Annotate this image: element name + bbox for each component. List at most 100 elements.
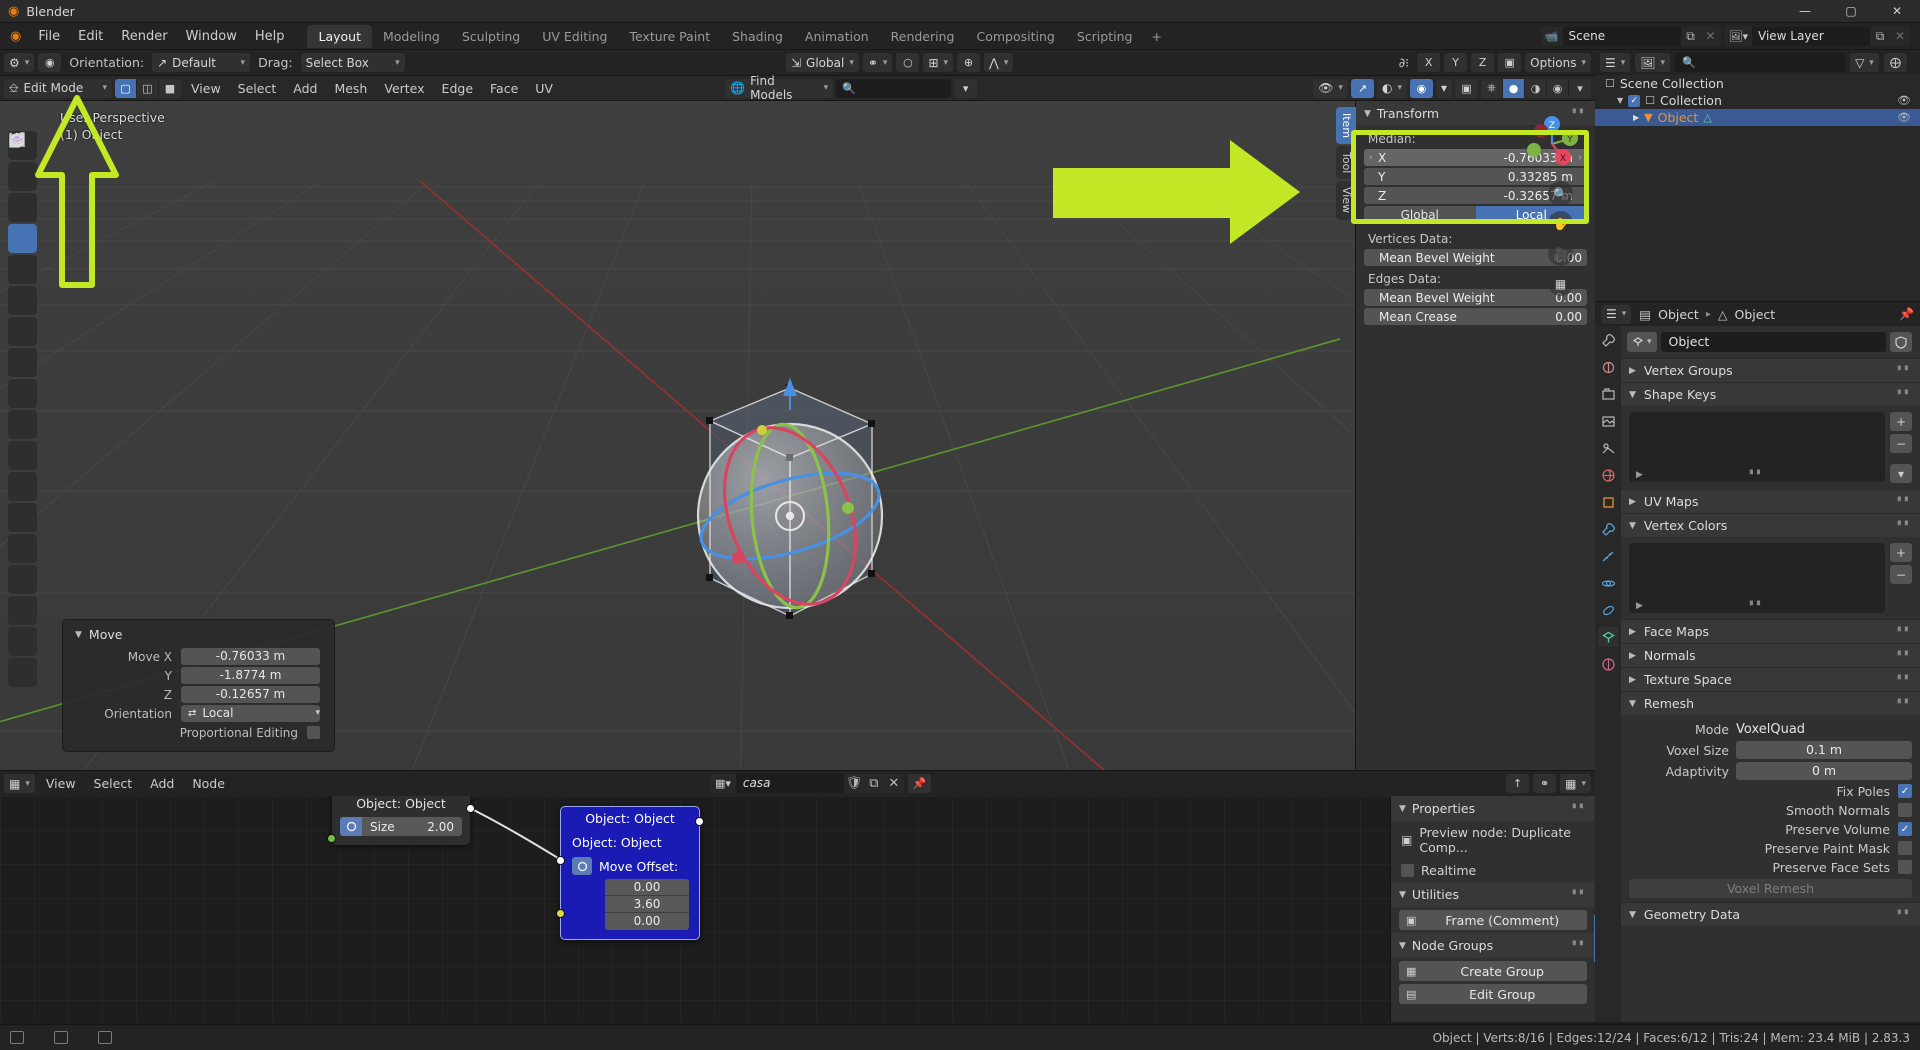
options-dropdown[interactable]: Options ▾ (1525, 53, 1591, 72)
topology-mirror-icon[interactable]: ▣ (1498, 53, 1522, 72)
viewport-menu-view[interactable]: View (184, 79, 228, 98)
ortho-persp-icon[interactable]: ▦ (1548, 271, 1573, 296)
section-face-maps[interactable]: ▶ Face Maps ▘▘ (1621, 619, 1920, 643)
tab-render[interactable] (1598, 357, 1618, 377)
operator-panel-title-row[interactable]: ▼ Move (63, 625, 334, 648)
section-normals[interactable]: ▶ Normals ▘▘ (1621, 643, 1920, 667)
node-transform-param-socket[interactable] (556, 909, 565, 918)
xray-toggle-icon[interactable]: ↗ (1350, 78, 1374, 98)
chevron-right-icon[interactable]: ▶ (1633, 113, 1639, 122)
node-transform-offset-z[interactable]: 0.00 (605, 913, 689, 930)
shape-key-specials-button[interactable]: ▾ (1890, 464, 1912, 483)
viewport-canvas[interactable]: User Perspective (1) Object Z Y X 🔍 ✋ 🎥 … (0, 101, 1595, 770)
rendered-shading-icon[interactable]: ◉ (1547, 78, 1569, 98)
menu-help[interactable]: Help (246, 26, 294, 47)
blender-menu-icon[interactable]: ◉ (10, 29, 21, 44)
operator-row-proportional[interactable]: Proportional Editing (63, 724, 334, 741)
tab-output[interactable] (1598, 384, 1618, 404)
node-tree-name[interactable]: casa (735, 774, 844, 793)
new-view-layer-icon[interactable]: ⧉ (1870, 29, 1890, 44)
node-cube-size-field[interactable]: Size 2.00 (362, 817, 462, 836)
operator-panel-move[interactable]: ▼ Move Move X -0.76033 m Y -1.8774 m Z -… (62, 619, 335, 752)
node-sidebar-tab-item[interactable]: Item (1594, 800, 1595, 838)
mirror-x-button[interactable]: X (1417, 53, 1441, 72)
solid-shading-icon[interactable]: ● (1503, 78, 1525, 98)
model-search-box[interactable]: 🔍 (836, 78, 952, 98)
disclosure-triangle-icon[interactable]: ▼ (1617, 96, 1623, 105)
orientation-dropdown[interactable]: ↗ Default ▾ (152, 53, 251, 72)
tool-rip-region[interactable] (8, 133, 37, 625)
outliner-display-mode-dropdown[interactable]: ☰ ▾ (1600, 53, 1631, 72)
move-z-value[interactable]: -0.12657 m (181, 686, 320, 703)
outliner-filter-dropdown[interactable]: ▽ ▾ (1850, 53, 1879, 72)
add-shape-key-button[interactable]: + (1890, 412, 1912, 431)
voxel-remesh-button[interactable]: Voxel Remesh (1629, 879, 1912, 898)
tool-annotate[interactable] (8, 133, 37, 284)
proportional-editing-icon[interactable]: ○ (896, 53, 920, 72)
sidebar-tab-view[interactable]: View (1336, 181, 1356, 220)
tool-bevel[interactable] (8, 133, 37, 408)
tool-push-pull[interactable] (8, 133, 37, 687)
menu-window[interactable]: Window (177, 26, 246, 47)
node-utilities-section-header[interactable]: ▼ Utilities ▘▘ (1391, 882, 1595, 907)
node-sidebar-tab-sorcar[interactable]: Sorcar (1594, 914, 1595, 962)
node-cube-output-socket[interactable] (466, 804, 475, 813)
operator-row-move-x[interactable]: Move X -0.76033 m (63, 648, 334, 665)
node-menu-add[interactable]: Add (143, 774, 181, 793)
section-vertex-colors[interactable]: ▼ Vertex Colors ▘▘ (1621, 513, 1920, 537)
realtime-checkbox[interactable] (1401, 864, 1414, 877)
unlink-node-tree-icon[interactable]: ✕ (884, 776, 904, 791)
node-groups-section-header[interactable]: ▼ Node Groups ▘▘ (1391, 933, 1595, 958)
tab-view-layer[interactable] (1598, 411, 1618, 431)
overlays-toggle-icon[interactable]: ◉ (1409, 78, 1433, 98)
vertex-colors-listbox[interactable]: ▶ ▘▘ (1629, 543, 1885, 613)
tool-transform[interactable] (8, 133, 37, 253)
node-transform-move-offset-row[interactable]: Move Offset: (561, 857, 699, 879)
transform-orientation-dropdown[interactable]: ⇲ Global ▾ (785, 53, 859, 72)
node-menu-select[interactable]: Select (87, 774, 140, 793)
orientation-select[interactable]: ⇄ Local ▾ (181, 705, 320, 722)
breadcrumb-mesh[interactable]: Object (1734, 307, 1775, 322)
maximize-button[interactable]: ▢ (1828, 0, 1874, 23)
tab-particles[interactable] (1598, 546, 1618, 566)
proportional-editing-checkbox[interactable] (307, 726, 320, 739)
xray-icon[interactable]: ▣ (1455, 78, 1478, 98)
realtime-row[interactable]: Realtime (1391, 859, 1595, 882)
node-transform-offset-y[interactable]: 3.60 (605, 896, 689, 913)
node-cube-input-socket[interactable] (327, 834, 336, 843)
tool-poly-build[interactable] (8, 133, 37, 501)
operator-row-orientation[interactable]: Orientation ⇄ Local ▾ (63, 705, 334, 722)
properties-editor-type-dropdown[interactable]: ☰ ▾ (1601, 304, 1632, 324)
pan-hand-icon[interactable]: ✋ (1548, 211, 1573, 236)
node-sidebar-tab-view[interactable]: View (1594, 874, 1595, 913)
tab-shading[interactable]: Shading (721, 25, 794, 48)
tool-rotate[interactable] (8, 132, 37, 191)
viewport-menu-uv[interactable]: UV (528, 79, 560, 98)
tool-loop-cut[interactable] (8, 134, 37, 439)
tab-modifiers[interactable] (1598, 519, 1618, 539)
camera-view-icon[interactable]: 🎥 (1548, 241, 1573, 266)
edit-group-button[interactable]: ▤ Edit Group (1399, 984, 1587, 1004)
tab-material[interactable] (1598, 654, 1618, 674)
mode-dropdown[interactable]: ⎒ Edit Mode ▾ (4, 78, 112, 98)
mesh-name-field[interactable]: Object (1660, 332, 1886, 352)
tab-constraints[interactable] (1598, 600, 1618, 620)
node-transform[interactable]: Object: Object Object: Object Move Offse… (556, 806, 704, 940)
tool-inset-faces[interactable] (8, 134, 37, 377)
preserve-paint-mask-checkbox[interactable] (1898, 841, 1912, 855)
close-button[interactable]: ✕ (1874, 0, 1920, 23)
preserve-face-sets-checkbox[interactable] (1898, 860, 1912, 874)
remove-vertex-color-button[interactable]: − (1890, 565, 1912, 584)
tab-uv-editing[interactable]: UV Editing (531, 25, 618, 48)
section-texture-space[interactable]: ▶ Texture Space ▘▘ (1621, 667, 1920, 691)
fix-poles-checkbox[interactable]: ✓ (1898, 784, 1912, 798)
eye-icon[interactable]: 👁 (1897, 111, 1911, 124)
duplicate-node-tree-icon[interactable]: ⧉ (864, 776, 884, 791)
new-collection-icon[interactable]: ⨁ (1883, 53, 1907, 72)
pin-id-icon[interactable]: 📌 (1899, 307, 1914, 321)
node-socket-toggle-icon[interactable] (340, 817, 362, 836)
tab-texture-paint[interactable]: Texture Paint (618, 25, 721, 48)
material-preview-icon[interactable]: ◑ (1525, 78, 1547, 98)
go-to-parent-icon[interactable]: ↑ (1506, 774, 1530, 793)
vertex-colors-list[interactable]: ▶ ▘▘ + − (1629, 543, 1912, 613)
